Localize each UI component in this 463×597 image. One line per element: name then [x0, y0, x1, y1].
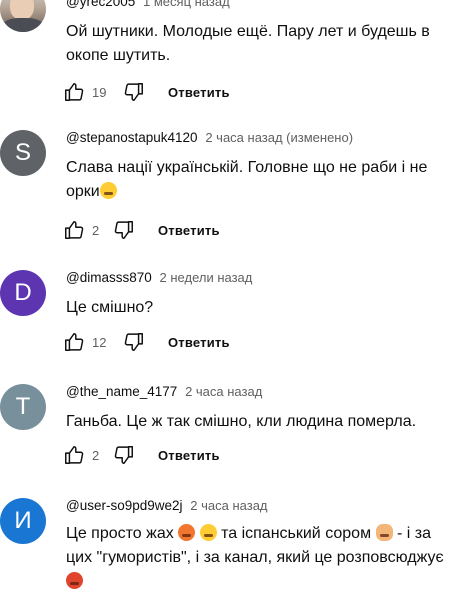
comment-text: Це просто жах та іспанський сором - і за…: [66, 522, 450, 594]
comment-time[interactable]: 1 месяц назад: [143, 0, 230, 9]
comment-time[interactable]: 2 недели назад: [160, 270, 253, 285]
comment-header: @dimasss870 2 недели назад: [66, 270, 252, 285]
comment-text: Ганьба. Це ж так смішно, кли людина поме…: [66, 413, 417, 430]
like-count: 2: [92, 447, 100, 463]
avatar-letter: T: [15, 393, 31, 420]
thumbs-down-icon[interactable]: [120, 78, 148, 106]
comment-time[interactable]: 2 часа назад (изменено): [205, 130, 353, 145]
comment-header: @yrec2005 1 месяц назад: [66, 0, 230, 9]
avatar-letter: S: [14, 139, 31, 166]
comment-actions: 12 Ответить: [60, 328, 230, 356]
facepalm-emoji: [375, 524, 393, 541]
comment-text-body: Слава нації українській. Головне що не р…: [66, 159, 428, 200]
thumbs-up-icon[interactable]: [60, 216, 88, 244]
thumbs-up-icon[interactable]: [60, 328, 88, 356]
like-count: 12: [92, 334, 107, 350]
comment-text: Це смішно?: [66, 299, 154, 316]
avatar-letter: D: [14, 279, 32, 306]
comment-author[interactable]: @yrec2005: [66, 0, 135, 9]
comment-header: @the_name_4177 2 часа назад: [66, 384, 262, 399]
thumbs-down-icon[interactable]: [120, 328, 148, 356]
comment-text: Ой шутники. Молодые ещё. Пару лет и буде…: [66, 23, 430, 64]
avatar[interactable]: T: [0, 384, 46, 430]
thumbs-down-icon[interactable]: [110, 216, 138, 244]
comment-text-part: та іспанський сором: [216, 525, 376, 542]
comment-actions: 19 Ответить: [60, 78, 230, 106]
reply-button[interactable]: Ответить: [168, 85, 230, 100]
angry-emoji: [178, 524, 196, 541]
comment-header: @stepanostapuk4120 2 часа назад (изменен…: [66, 130, 353, 145]
comment-author[interactable]: @stepanostapuk4120: [66, 130, 198, 145]
thumbs-down-icon[interactable]: [110, 441, 138, 469]
comment-text: Слава нації українській. Головне що не р…: [66, 156, 456, 204]
like-count: 19: [92, 84, 107, 100]
comment-author[interactable]: @dimasss870: [66, 270, 152, 285]
avatar[interactable]: D: [0, 270, 46, 316]
comment-actions: 2 Ответить: [60, 441, 220, 469]
comment-actions: 2 Ответить: [60, 216, 220, 244]
reply-button[interactable]: Ответить: [158, 223, 220, 238]
comment-time[interactable]: 2 часа назад: [190, 498, 267, 513]
comment-text-part: Це просто жах: [66, 525, 174, 542]
laugh-emoji: [99, 182, 117, 199]
thumbs-up-icon[interactable]: [60, 78, 88, 106]
comment-header: @user-so9pd9we2j 2 часа назад: [66, 498, 268, 513]
like-count: 2: [92, 222, 100, 238]
avatar-letter: И: [14, 507, 32, 534]
comment-author[interactable]: @the_name_4177: [66, 384, 177, 399]
comment-author[interactable]: @user-so9pd9we2j: [66, 498, 183, 513]
reply-button[interactable]: Ответить: [158, 448, 220, 463]
thumbs-up-icon[interactable]: [60, 441, 88, 469]
shocked-emoji: [199, 524, 217, 541]
reply-button[interactable]: Ответить: [168, 335, 230, 350]
comment-time[interactable]: 2 часа назад: [185, 384, 262, 399]
avatar[interactable]: И: [0, 498, 46, 544]
avatar[interactable]: [0, 0, 46, 32]
avatar[interactable]: S: [0, 130, 46, 176]
rage-emoji: [66, 572, 83, 589]
comments-thread: @yrec2005 1 месяц назад Ой шутники. Моло…: [0, 0, 463, 597]
